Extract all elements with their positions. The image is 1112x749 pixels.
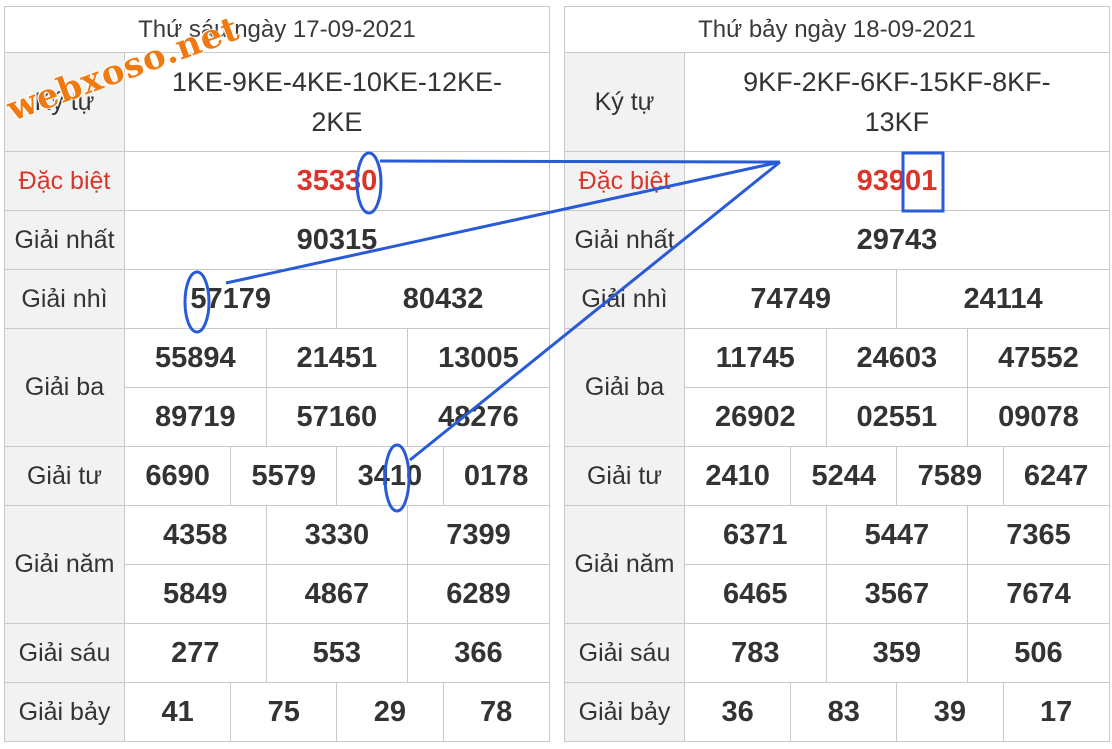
seventh-prize-label: Giải bảy <box>4 682 125 742</box>
third-prize-value: 09078 <box>967 387 1110 447</box>
fourth-prize-value: 0178 <box>442 446 550 506</box>
fifth-prize-value: 6465 <box>684 564 827 624</box>
seventh-prize-value: 17 <box>1002 682 1110 742</box>
sixth-prize-value: 366 <box>407 623 550 683</box>
seventh-prize-value: 75 <box>230 682 338 742</box>
sixth-prize-label: Giải sáu <box>4 623 125 683</box>
first-prize-label: Giải nhất <box>4 210 125 270</box>
third-prize-value: 11745 <box>684 328 827 388</box>
fourth-prize-value: 6690 <box>123 446 232 506</box>
ky-tu-line1: 9KF-2KF-6KF-15KF-8KF- <box>743 67 1051 97</box>
special-prize-label: Đặc biệt <box>4 151 125 211</box>
date-header: Thứ bảy ngày 18-09-2021 <box>564 6 1110 53</box>
fifth-prize-value: 6289 <box>407 564 550 624</box>
sixth-prize-value: 277 <box>124 623 267 683</box>
sixth-prize-value: 553 <box>265 623 409 683</box>
third-prize-label: Giải ba <box>4 328 125 447</box>
fourth-prize-value: 5244 <box>790 446 898 506</box>
first-prize-label: Giải nhất <box>564 210 685 270</box>
special-prize-label: Đặc biệt <box>564 151 685 211</box>
ky-tu-value: 9KF-2KF-6KF-15KF-8KF- 13KF <box>684 52 1110 152</box>
special-prize-value: 93901 <box>684 151 1110 211</box>
fifth-prize-label: Giải năm <box>564 505 685 624</box>
fourth-prize-value: 5579 <box>230 446 338 506</box>
ky-tu-value: 1KE-9KE-4KE-10KE-12KE- 2KE <box>124 52 550 152</box>
sixth-prize-value: 359 <box>825 623 969 683</box>
fifth-prize-value: 5447 <box>825 505 969 565</box>
first-prize-value: 29743 <box>684 210 1110 270</box>
ky-tu-line2: 13KF <box>864 107 930 137</box>
fifth-prize-value: 7674 <box>967 564 1110 624</box>
seventh-prize-value: 29 <box>336 682 444 742</box>
second-prize-value: 57179 <box>123 269 338 329</box>
special-prize-value: 35330 <box>124 151 550 211</box>
ky-tu-label: Ký tự <box>564 52 685 152</box>
second-prize-value: 24114 <box>896 269 1110 329</box>
second-prize-value: 80432 <box>336 269 550 329</box>
second-prize-value: 74749 <box>683 269 898 329</box>
fifth-prize-value: 7399 <box>407 505 550 565</box>
results-table-left: Thứ sáu ngày 17-09-2021 Ký tự 1KE-9KE-4K… <box>4 6 550 742</box>
seventh-prize-value: 78 <box>442 682 550 742</box>
third-prize-value: 26902 <box>684 387 827 447</box>
fifth-prize-value: 3330 <box>265 505 409 565</box>
fourth-prize-value: 3410 <box>336 446 444 506</box>
ky-tu-line2: 2KE <box>311 107 363 137</box>
second-prize-label: Giải nhì <box>4 269 125 329</box>
sixth-prize-value: 506 <box>967 623 1110 683</box>
second-prize-label: Giải nhì <box>564 269 685 329</box>
third-prize-value: 02551 <box>825 387 969 447</box>
seventh-prize-label: Giải bảy <box>564 682 685 742</box>
third-prize-label: Giải ba <box>564 328 685 447</box>
third-prize-value: 57160 <box>265 387 409 447</box>
fourth-prize-value: 2410 <box>683 446 792 506</box>
third-prize-value: 47552 <box>967 328 1110 388</box>
fifth-prize-value: 5849 <box>124 564 267 624</box>
fourth-prize-label: Giải tư <box>564 446 685 506</box>
fourth-prize-value: 7589 <box>896 446 1004 506</box>
third-prize-value: 21451 <box>265 328 409 388</box>
third-prize-value: 89719 <box>124 387 267 447</box>
fifth-prize-label: Giải năm <box>4 505 125 624</box>
third-prize-value: 24603 <box>825 328 969 388</box>
fifth-prize-value: 3567 <box>825 564 969 624</box>
seventh-prize-value: 36 <box>683 682 792 742</box>
results-table-right: Thứ bảy ngày 18-09-2021 Ký tự 9KF-2KF-6K… <box>564 6 1110 742</box>
ky-tu-line1: 1KE-9KE-4KE-10KE-12KE- <box>171 67 502 97</box>
fourth-prize-label: Giải tư <box>4 446 125 506</box>
fifth-prize-value: 4867 <box>265 564 409 624</box>
date-header: Thứ sáu ngày 17-09-2021 <box>4 6 550 53</box>
seventh-prize-value: 83 <box>790 682 898 742</box>
first-prize-value: 90315 <box>124 210 550 270</box>
seventh-prize-value: 39 <box>896 682 1004 742</box>
third-prize-value: 55894 <box>124 328 267 388</box>
fourth-prize-value: 6247 <box>1002 446 1110 506</box>
fifth-prize-value: 4358 <box>124 505 267 565</box>
sixth-prize-value: 783 <box>684 623 827 683</box>
third-prize-value: 48276 <box>407 387 550 447</box>
third-prize-value: 13005 <box>407 328 550 388</box>
seventh-prize-value: 41 <box>123 682 232 742</box>
fifth-prize-value: 6371 <box>684 505 827 565</box>
fifth-prize-value: 7365 <box>967 505 1110 565</box>
sixth-prize-label: Giải sáu <box>564 623 685 683</box>
